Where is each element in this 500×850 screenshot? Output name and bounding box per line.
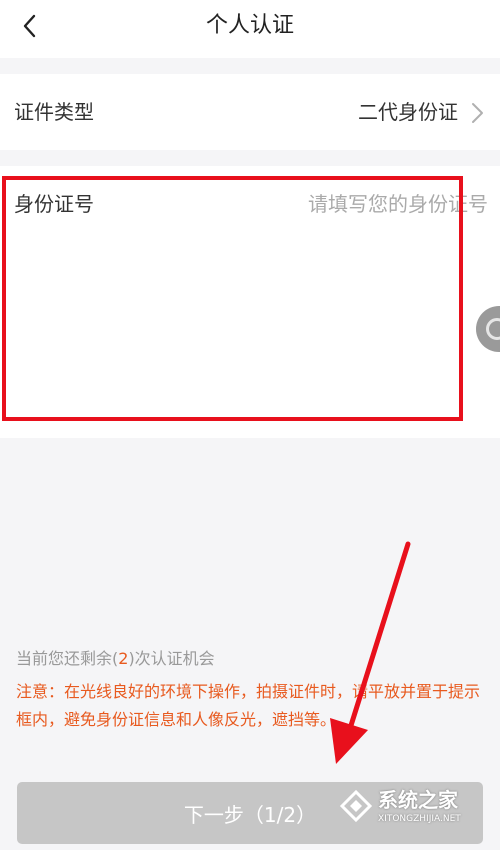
assistive-touch-icon — [486, 318, 500, 340]
document-type-label: 证件类型 — [14, 100, 94, 124]
remaining-attempts-text: 当前您还剩余(2)次认证机会 — [16, 649, 215, 668]
watermark-logo-icon — [339, 789, 373, 823]
annotation-arrow — [330, 541, 411, 764]
chevron-right-icon — [472, 103, 483, 123]
header-bar: 个人认证 — [0, 0, 500, 58]
annotation-highlight-box — [2, 176, 463, 421]
watermark: 系统之家 XITONGZHIJIA.NET — [336, 778, 496, 834]
document-type-row[interactable]: 证件类型 二代身份证 — [0, 74, 500, 150]
remaining-count: 2 — [118, 649, 129, 668]
page-title: 个人认证 — [205, 13, 294, 38]
watermark-subtext: XITONGZHIJIA.NET — [378, 814, 461, 824]
watermark-text: 系统之家 — [378, 788, 458, 812]
document-type-value: 二代身份证 — [358, 100, 458, 124]
